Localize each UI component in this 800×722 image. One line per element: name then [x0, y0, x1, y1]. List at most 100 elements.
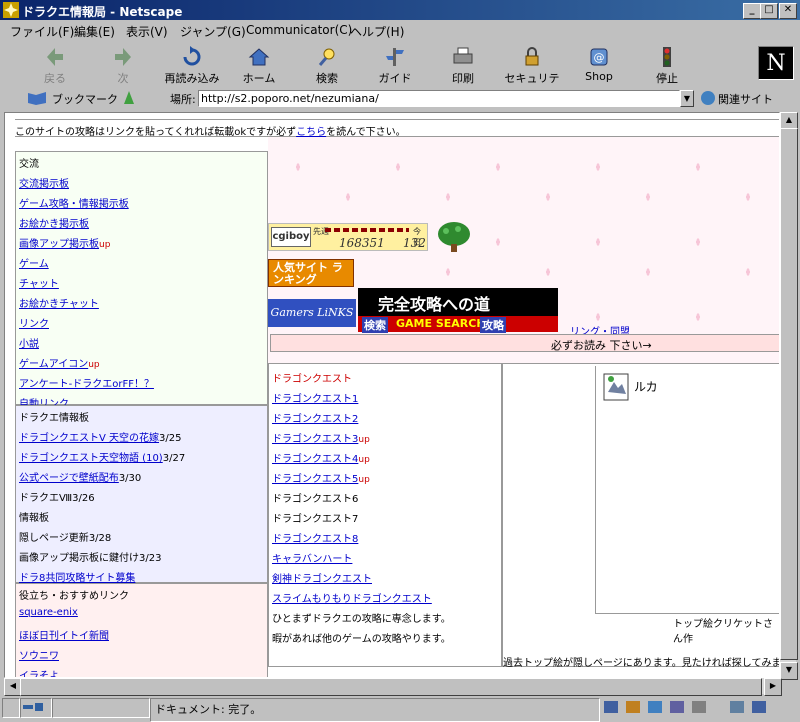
window-title: ドラクエ情報局 - Netscape	[22, 5, 183, 19]
left-nav-item[interactable]: ゲームアイコンup	[19, 355, 100, 370]
close-button[interactable]: ✕	[779, 3, 797, 19]
search-button[interactable]: 検索	[298, 44, 356, 86]
left-nav-item[interactable]: ドラゴンクエストV 天空の花嫁3/25	[19, 429, 182, 444]
menu-edit[interactable]: 編集(E)	[74, 23, 115, 40]
shop-button[interactable]: @ Shop	[570, 44, 628, 86]
dq-list-item[interactable]: 剣神ドラゴンクエスト	[272, 570, 372, 585]
left-nav-item[interactable]: 画像アップ掲示板up	[19, 235, 110, 250]
progress-bar	[52, 698, 150, 718]
update-badge: up	[88, 360, 100, 370]
tree-icon	[438, 222, 470, 252]
dq-list-item[interactable]: ドラゴンクエスト5up	[272, 470, 370, 485]
left-nav-item: 情報板	[19, 513, 49, 524]
status-indicator	[2, 698, 20, 718]
left-section-koryu: 交流交流掲示板ゲーム攻略・情報掲示板 お絵かき掲示板画像アップ掲示板up ゲームチャ…	[15, 151, 268, 410]
horizontal-scrollbar[interactable]: ◀ ▶	[4, 678, 782, 696]
stop-button[interactable]: 停止	[638, 44, 696, 86]
back-button[interactable]: 戻る	[26, 44, 84, 86]
top-image-panel: ルカ トップ絵クリケットさん作	[502, 363, 779, 667]
vertical-scrollbar[interactable]: ▲ ▼	[780, 112, 798, 680]
scroll-down-button[interactable]: ▼	[780, 662, 798, 680]
image-credit: トップ絵クリケットさん作	[673, 619, 773, 645]
left-nav-item[interactable]: ゲーム	[19, 255, 49, 270]
menu-communicator[interactable]: Communicator(C)	[246, 23, 352, 37]
left-nav-item[interactable]: お絵かきチャット	[19, 295, 99, 310]
date-label: 3/27	[162, 453, 186, 464]
left-nav-item[interactable]: ほぼ日刊イトイ新聞	[19, 627, 109, 642]
left-nav-item[interactable]: ドラゴンクエスト天空物語 (10)3/27	[19, 449, 185, 464]
right-top-area: cgiboy 先週 今日 168351 132 人気サイト ランキング Game…	[268, 137, 779, 363]
component-icons	[604, 701, 766, 713]
dq-list-item: 暇があれば他のゲームの攻略やります。	[272, 634, 451, 645]
ranking-banner[interactable]: 人気サイト ランキング	[268, 259, 354, 287]
left-nav-item[interactable]: 交流掲示板	[19, 175, 69, 190]
scroll-right-button[interactable]: ▶	[764, 678, 782, 696]
status-text: ドキュメント: 完了。	[150, 698, 600, 722]
status-bar: ドキュメント: 完了。	[0, 696, 800, 722]
dq-list-item[interactable]: ドラゴンクエスト3up	[272, 430, 370, 445]
kanzen-kouryaku-banner[interactable]: 完全攻略への道 検索 GAME SEARCH 攻略	[358, 288, 558, 333]
dq-list-item: ひとまずドラクエの攻略に専念します。	[272, 614, 451, 625]
left-nav-item[interactable]: 小説	[19, 335, 39, 350]
reload-button[interactable]: 再読み込み	[160, 44, 224, 86]
must-read-banner[interactable]: 必ずお読み 下さい→	[270, 334, 779, 352]
left-nav-item[interactable]: square-enix	[19, 607, 78, 618]
dq-list-item[interactable]: スライムもりもりドラゴンクエスト	[272, 590, 432, 605]
dq-list-item: ドラゴンクエスト6	[272, 494, 359, 505]
forward-arrow-icon	[115, 48, 131, 66]
dq-list-item[interactable]: ドラゴンクエスト8	[272, 530, 358, 545]
section-title: 交流	[19, 159, 39, 170]
cgiboy-logo[interactable]: cgiboy	[271, 227, 311, 247]
left-nav-item[interactable]: アンケート-ドラクエorFF！？	[19, 375, 154, 390]
left-nav-item[interactable]: お絵かき掲示板	[19, 215, 89, 230]
bookmark-icon[interactable]	[26, 90, 48, 106]
dq-list-item[interactable]: キャラバンハート	[272, 550, 352, 565]
left-nav-item[interactable]: リンク	[19, 315, 49, 330]
netscape-app-icon	[3, 2, 19, 18]
url-input[interactable]: http://s2.poporo.net/nezumiana/	[198, 90, 680, 107]
date-label: 3/23	[139, 553, 162, 564]
left-nav-item[interactable]: 公式ページで壁紙配布3/30	[19, 469, 141, 484]
date-label: 3/30	[118, 473, 142, 484]
left-nav-item[interactable]: イラそよ	[19, 667, 59, 677]
connection-icon	[20, 698, 52, 718]
minimize-button[interactable]: _	[743, 3, 761, 19]
left-nav-item[interactable]: ドラ8共同攻略サイト募集	[19, 569, 135, 584]
plug-icon	[23, 703, 43, 711]
home-button[interactable]: ホーム	[230, 44, 288, 86]
dq-list-item[interactable]: ドラゴンクエスト1	[272, 390, 358, 405]
bookmarks-button[interactable]: ブックマーク	[52, 91, 118, 107]
maximize-button[interactable]: □	[760, 3, 778, 19]
security-button[interactable]: セキュリティ	[500, 44, 564, 101]
gamers-links-banner[interactable]: Gamers LiNKS	[268, 299, 356, 327]
dq-list-item[interactable]: ドラゴンクエスト4up	[272, 450, 370, 465]
print-button[interactable]: 印刷	[434, 44, 492, 86]
notice-bar: このサイトの攻略はリンクを貼ってくれれば転載okですが必ずこちらを読んで下さい。	[15, 119, 779, 138]
search-icon	[318, 48, 335, 66]
netscape-logo[interactable]: N	[758, 46, 794, 80]
page-viewport[interactable]: このサイトの攻略はリンクを貼ってくれれば転載okですが必ずこちらを読んで下さい。…	[4, 112, 780, 678]
forward-button[interactable]: 次	[94, 44, 152, 86]
left-nav-item[interactable]: チャット	[19, 275, 59, 290]
page-proxy-icon[interactable]	[122, 90, 136, 106]
scroll-thumb[interactable]	[780, 128, 798, 660]
url-history-dropdown[interactable]: ▼	[680, 90, 694, 107]
left-nav-item[interactable]: ソウニワ	[19, 647, 59, 662]
dq-list-item[interactable]: ドラゴンクエスト2	[272, 410, 358, 425]
guide-button[interactable]: ガイド	[366, 44, 424, 86]
related-sites-icon[interactable]	[700, 90, 716, 106]
svg-text:@: @	[594, 51, 605, 64]
counter-bar-graph	[325, 228, 409, 232]
menu-file[interactable]: ファイル(F)	[10, 23, 74, 40]
menu-go[interactable]: ジャンプ(G)	[180, 23, 246, 40]
reload-icon	[183, 46, 201, 66]
menu-help[interactable]: ヘルプ(H)	[350, 23, 404, 40]
related-sites-button[interactable]: 関連サイト	[718, 91, 773, 107]
section-title: ドラクエ情報板	[19, 413, 89, 424]
hscroll-thumb[interactable]	[20, 678, 762, 696]
title-bar[interactable]: ドラクエ情報局 - Netscape _ □ ✕	[0, 0, 800, 20]
menu-view[interactable]: 表示(V)	[126, 23, 168, 40]
section-title: 役立ち・おすすめリンク	[19, 591, 129, 602]
left-section-dq-info: ドラクエ情報板ドラゴンクエストV 天空の花嫁3/25 ドラゴンクエスト天空物語 (…	[15, 405, 268, 584]
left-nav-item[interactable]: ゲーム攻略・情報掲示板	[19, 195, 129, 210]
